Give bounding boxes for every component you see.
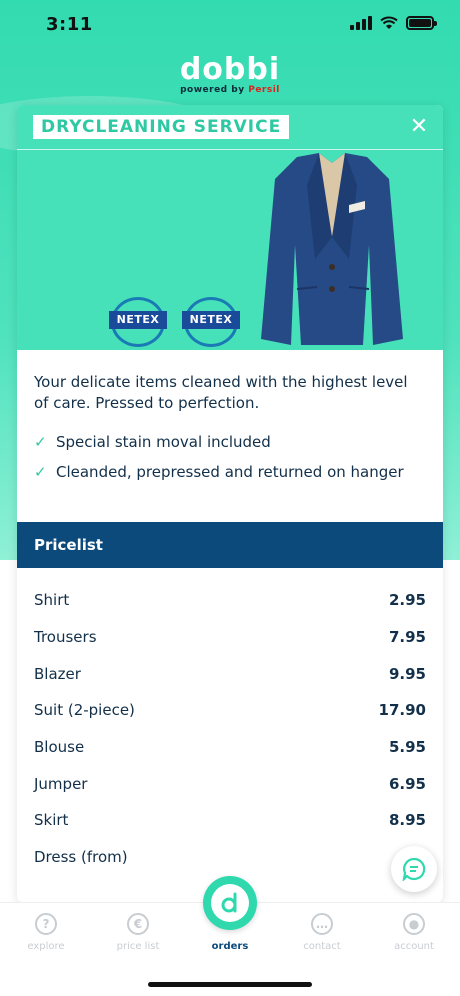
- item-price: 5.95: [388, 738, 426, 757]
- close-icon: ✕: [409, 114, 429, 139]
- item-name: Dress (from): [34, 848, 128, 867]
- blazer-image: [261, 153, 403, 345]
- status-icons: [350, 16, 437, 30]
- price-row: Blazer 9.95: [17, 655, 443, 692]
- tab-account[interactable]: ● account: [368, 913, 460, 952]
- description-text: Your delicate items cleaned with the hig…: [34, 373, 408, 412]
- tab-price-list[interactable]: € price list: [92, 913, 184, 952]
- service-card[interactable]: DRYCLEANING SERVICE ✕ NETEX NETEX Your d…: [17, 105, 443, 902]
- chat-button[interactable]: [391, 846, 437, 892]
- price-row: Dress (from) 1: [17, 839, 443, 876]
- status-time: 3:11: [46, 14, 93, 35]
- chat-icon: [402, 857, 426, 881]
- item-name: Blazer: [34, 664, 81, 683]
- item-price: 9.95: [388, 664, 426, 683]
- service-description: Your delicate items cleaned with the hig…: [17, 350, 443, 482]
- tab-explore[interactable]: ? explore: [0, 913, 92, 952]
- user-icon: ●: [403, 913, 425, 935]
- tab-label: account: [394, 941, 434, 952]
- netex-badge: NETEX: [109, 297, 167, 347]
- tab-orders-label[interactable]: orders: [184, 941, 276, 952]
- item-price: 2.95: [388, 591, 426, 610]
- tab-label: contact: [303, 941, 341, 952]
- netex-label-2: NETEX: [182, 311, 240, 329]
- price-row: Suit (2-piece) 17.90: [17, 692, 443, 729]
- price-list[interactable]: Shirt 2.95 Trousers 7.95 Blazer 9.95 Sui…: [17, 582, 443, 876]
- pricelist-header: Pricelist: [17, 522, 443, 568]
- item-name: Trousers: [34, 628, 97, 647]
- dobbi-logo: dobbi: [179, 52, 281, 87]
- powered-by-text: powered by: [180, 85, 245, 95]
- price-row: Blouse 5.95: [17, 729, 443, 766]
- item-price: 8.95: [388, 811, 426, 830]
- close-button[interactable]: ✕: [405, 113, 433, 141]
- item-price: 17.90: [378, 701, 426, 720]
- chat-bubble-icon: …: [311, 913, 333, 935]
- orders-button[interactable]: [203, 876, 257, 930]
- feature-item: ✓ Cleanded, prepressed and returned on h…: [34, 462, 426, 482]
- price-row: Trousers 7.95: [17, 619, 443, 656]
- price-row: Jumper 6.95: [17, 765, 443, 802]
- item-name: Skirt: [34, 811, 69, 830]
- feature-text: Cleanded, prepressed and returned on han…: [56, 463, 404, 481]
- item-price: 7.95: [388, 628, 426, 647]
- signal-icon: [350, 16, 372, 30]
- item-name: Blouse: [34, 738, 85, 757]
- home-indicator: [148, 982, 312, 987]
- price-row: Skirt 8.95: [17, 802, 443, 839]
- price-row: Shirt 2.95: [17, 582, 443, 619]
- item-price: 6.95: [388, 774, 426, 793]
- feature-text: Special stain moval included: [56, 433, 271, 451]
- tab-label: price list: [116, 941, 160, 952]
- euro-icon: €: [127, 913, 149, 935]
- service-hero: DRYCLEANING SERVICE ✕ NETEX NETEX: [17, 105, 443, 350]
- netex-label: NETEX: [109, 311, 167, 329]
- feature-list: ✓ Special stain moval included ✓ Cleande…: [34, 432, 426, 482]
- item-name: Shirt: [34, 591, 70, 610]
- service-title: DRYCLEANING SERVICE: [33, 115, 290, 139]
- powered-by-line: powered by Persil: [0, 85, 460, 95]
- persil-logo: Persil: [248, 85, 280, 95]
- check-icon: ✓: [34, 433, 47, 451]
- title-bar: DRYCLEANING SERVICE ✕: [17, 105, 443, 150]
- question-icon: ?: [35, 913, 57, 935]
- netex-badge-2: NETEX: [182, 297, 240, 347]
- item-name: Jumper: [34, 774, 88, 793]
- brand-header: dobbi powered by Persil: [0, 52, 460, 95]
- check-icon: ✓: [34, 463, 47, 481]
- wifi-icon: [380, 16, 398, 29]
- feature-item: ✓ Special stain moval included: [34, 432, 426, 452]
- tab-contact[interactable]: … contact: [276, 913, 368, 952]
- status-bar: 3:11: [0, 0, 460, 50]
- battery-icon: [406, 16, 437, 30]
- tab-label: explore: [27, 941, 65, 952]
- item-name: Suit (2-piece): [34, 701, 135, 720]
- dobbi-d-icon: [211, 884, 249, 922]
